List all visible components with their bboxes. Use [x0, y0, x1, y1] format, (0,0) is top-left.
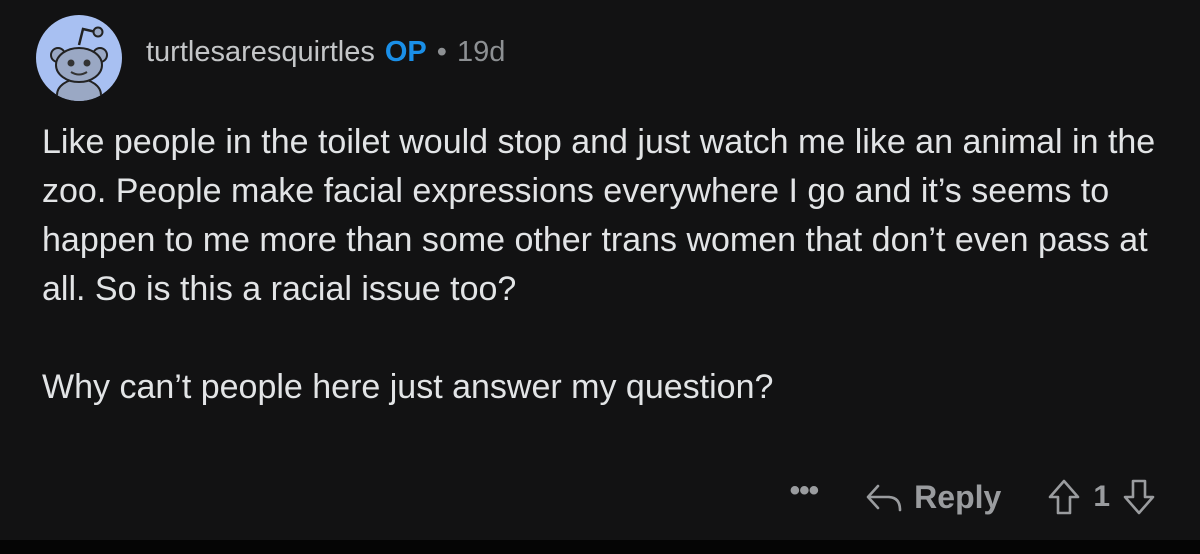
reply-arrow-icon [866, 484, 902, 512]
vote-score: 1 [1093, 480, 1110, 513]
downvote-icon[interactable] [1122, 478, 1156, 516]
comment-age: 19d [456, 35, 506, 68]
comment-paragraph: Like people in the toilet would stop and… [42, 123, 1156, 308]
comment-body: Like people in the toilet would stop and… [42, 118, 1172, 412]
author-username[interactable]: turtlesaresquirtles [146, 36, 375, 69]
upvote-icon[interactable] [1047, 478, 1081, 516]
comment-actions: ••• Reply 1 [790, 470, 1156, 524]
op-badge: OP [384, 35, 427, 68]
reply-button[interactable]: Reply [864, 479, 1001, 516]
snoo-avatar-icon [50, 26, 108, 101]
comment-paragraph: Why can’t people here just answer my que… [42, 368, 774, 406]
more-options-button[interactable]: ••• [790, 474, 819, 508]
meta-separator: • [436, 35, 447, 68]
avatar[interactable] [36, 15, 122, 101]
comment-header: turtlesaresquirtles OP • 19d [146, 30, 505, 74]
bottom-divider [0, 540, 1200, 554]
comment-card: turtlesaresquirtles OP • 19d Like people… [0, 0, 1200, 540]
reply-label: Reply [914, 478, 1002, 515]
vote-controls: 1 [1047, 478, 1156, 516]
